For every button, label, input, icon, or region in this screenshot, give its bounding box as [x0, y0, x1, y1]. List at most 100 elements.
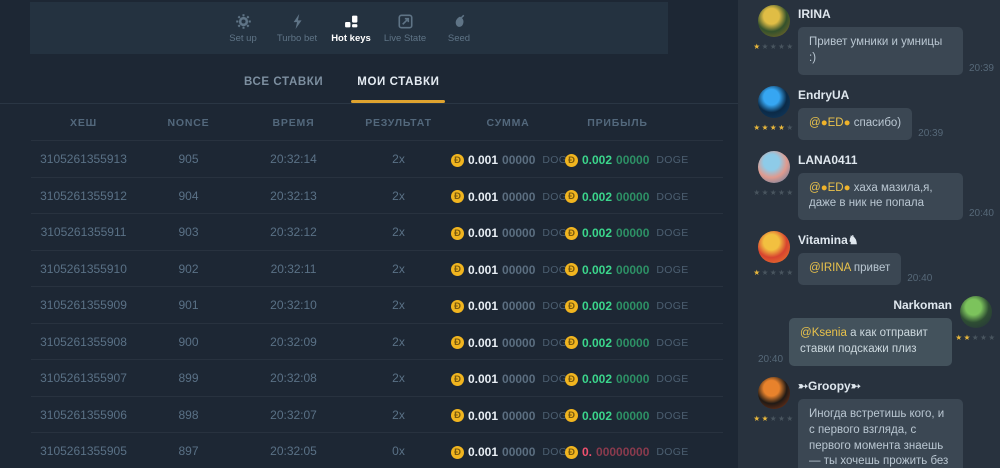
gear-icon: [236, 13, 251, 30]
amount-main: 0.002: [582, 190, 612, 204]
chat-bubble: @●ED● спасибо): [798, 108, 912, 140]
chat-username[interactable]: ➳Groopy➳: [798, 379, 994, 393]
chat-avatar-column: ★★★★★: [758, 231, 790, 285]
column-header: NONCE: [136, 117, 241, 129]
avatar[interactable]: [960, 296, 992, 328]
coin-emoji-icon: ●: [844, 182, 851, 194]
star-rating: ★★★★★: [753, 188, 794, 197]
doge-coin-icon: Ð: [451, 190, 464, 203]
table-row[interactable]: 310526135591090220:32:112xÐ0.00100000DOG…: [0, 251, 738, 288]
user-mention[interactable]: @Ksenia: [800, 327, 847, 339]
table-row[interactable]: 310526135590890020:32:092xÐ0.00100000DOG…: [0, 324, 738, 361]
cell-hash: 3105261355911: [31, 225, 136, 239]
message-text: привет: [851, 262, 891, 274]
avatar[interactable]: [758, 5, 790, 37]
doge-coin-icon: Ð: [565, 227, 578, 240]
cell-nonce: 900: [136, 335, 241, 349]
doge-coin-icon: Ð: [451, 336, 464, 349]
toolbar-item-hot-keys[interactable]: Hot keys: [324, 13, 378, 44]
toolbar-item-turbo-bet[interactable]: Turbo bet: [270, 13, 324, 44]
currency-label: DOGE: [656, 154, 688, 166]
cell-profit-amount: Ð0.00200000DOGE: [565, 334, 670, 350]
avatar[interactable]: [758, 377, 790, 409]
amount-zeros: 00000: [616, 226, 649, 240]
table-row[interactable]: 310526135591290420:32:132xÐ0.00100000DOG…: [0, 178, 738, 215]
star-rating: ★★★★★: [753, 123, 794, 132]
cell-nonce: 902: [136, 262, 241, 276]
chat-timestamp: 20:40: [907, 273, 932, 285]
tab-my-bets[interactable]: МОИ СТАВКИ: [347, 60, 449, 103]
table-row[interactable]: 310526135590689820:32:072xÐ0.00100000DOG…: [0, 397, 738, 434]
chat-username[interactable]: EndryUA: [798, 88, 994, 102]
star-rating: ★★★★★: [753, 414, 794, 423]
amount-zeros: 00000: [502, 190, 535, 204]
user-mention[interactable]: ED: [828, 117, 844, 129]
doge-coin-icon: Ð: [565, 154, 578, 167]
toolbar-item-label: Hot keys: [331, 33, 371, 44]
chat-message-content: EndryUA@●ED● спасибо)20:39: [798, 86, 994, 140]
avatar[interactable]: [758, 151, 790, 183]
cell-time: 20:32:10: [241, 298, 346, 312]
toolbar-item-live-state[interactable]: Live State: [378, 13, 432, 44]
chat-message-content: Vitamina♞ @IRINA привет 20:40: [798, 231, 994, 285]
chat-username[interactable]: Narkoman: [758, 298, 952, 312]
user-mention[interactable]: @IRINA: [809, 262, 851, 274]
star-rating: ★★★★★: [753, 42, 794, 51]
cell-time: 20:32:12: [241, 225, 346, 239]
currency-label: DOGE: [656, 300, 688, 312]
table-row[interactable]: 310526135590589720:32:050xÐ0.00100000DOG…: [0, 433, 738, 468]
chat-panel[interactable]: ★★★★★IRINAПривет умники и умницы :)20:39…: [738, 0, 1000, 468]
cell-hash: 3105261355907: [31, 371, 136, 385]
cell-nonce: 898: [136, 408, 241, 422]
chat-username[interactable]: IRINA: [798, 7, 994, 21]
toolbar-item-seed[interactable]: Seed: [432, 13, 486, 44]
avatar[interactable]: [758, 86, 790, 118]
hot-keys-icon: [344, 13, 359, 30]
chat-message: ★★★★★EndryUA@●ED● спасибо)20:39: [738, 86, 1000, 140]
amount-main: 0.001: [468, 409, 498, 423]
chat-message-content: ➳Groopy➳Иногда встретишь кого, и с перво…: [798, 377, 994, 468]
chat-avatar-column: ★★★★★: [758, 151, 790, 221]
currency-label: DOGE: [656, 446, 688, 458]
cell-time: 20:32:05: [241, 444, 346, 458]
doge-coin-icon: Ð: [451, 154, 464, 167]
table-header-row: ХЕШNONCEВРЕМЯРЕЗУЛЬТАТСУММАПРИБЫЛЬ: [0, 104, 738, 141]
cell-nonce: 904: [136, 189, 241, 203]
amount-zeros: 00000: [502, 445, 535, 459]
table-row[interactable]: 310526135590789920:32:082xÐ0.00100000DOG…: [0, 360, 738, 397]
cell-time: 20:32:08: [241, 371, 346, 385]
chat-username[interactable]: LANA0411: [798, 153, 994, 167]
star-icon: ★: [786, 123, 794, 132]
amount-main: 0.002: [582, 153, 612, 167]
cell-bet-amount: Ð0.00100000DOGE: [451, 225, 565, 241]
star-icon: ★: [753, 188, 761, 197]
seed-icon: [452, 13, 467, 30]
cell-hash: 3105261355913: [31, 152, 136, 166]
table-row[interactable]: 310526135591190320:32:122xÐ0.00100000DOG…: [0, 214, 738, 251]
star-icon: ★: [762, 42, 770, 51]
game-toolbar: Set up Turbo bet Hot keys Live StateSeed: [30, 2, 668, 54]
user-mention[interactable]: @: [809, 182, 821, 194]
chat-message: ★★★★★Narkoman@Ksenia а как отправит став…: [738, 296, 1000, 366]
toolbar-item-label: Set up: [229, 33, 256, 44]
avatar[interactable]: [758, 231, 790, 263]
doge-coin-icon: Ð: [451, 263, 464, 276]
doge-coin-icon: Ð: [565, 300, 578, 313]
user-mention[interactable]: @: [809, 117, 821, 129]
table-row[interactable]: 310526135590990120:32:102xÐ0.00100000DOG…: [0, 287, 738, 324]
toolbar-item-set-up[interactable]: Set up: [216, 13, 270, 44]
table-row[interactable]: 310526135591390520:32:142xÐ0.00100000DOG…: [0, 141, 738, 178]
cell-nonce: 905: [136, 152, 241, 166]
cell-result: 0x: [346, 444, 451, 458]
amount-zeros: 00000: [616, 336, 649, 350]
chat-username[interactable]: Vitamina♞: [798, 233, 994, 247]
cell-hash: 3105261355906: [31, 408, 136, 422]
cell-result: 2x: [346, 298, 451, 312]
doge-coin-icon: Ð: [565, 263, 578, 276]
amount-main: 0.002: [582, 372, 612, 386]
doge-coin-icon: Ð: [451, 409, 464, 422]
chat-timestamp: 20:40: [969, 208, 994, 220]
star-icon: ★: [786, 42, 794, 51]
tab-all-bets[interactable]: ВСЕ СТАВКИ: [234, 60, 333, 103]
user-mention[interactable]: ED: [828, 182, 844, 194]
